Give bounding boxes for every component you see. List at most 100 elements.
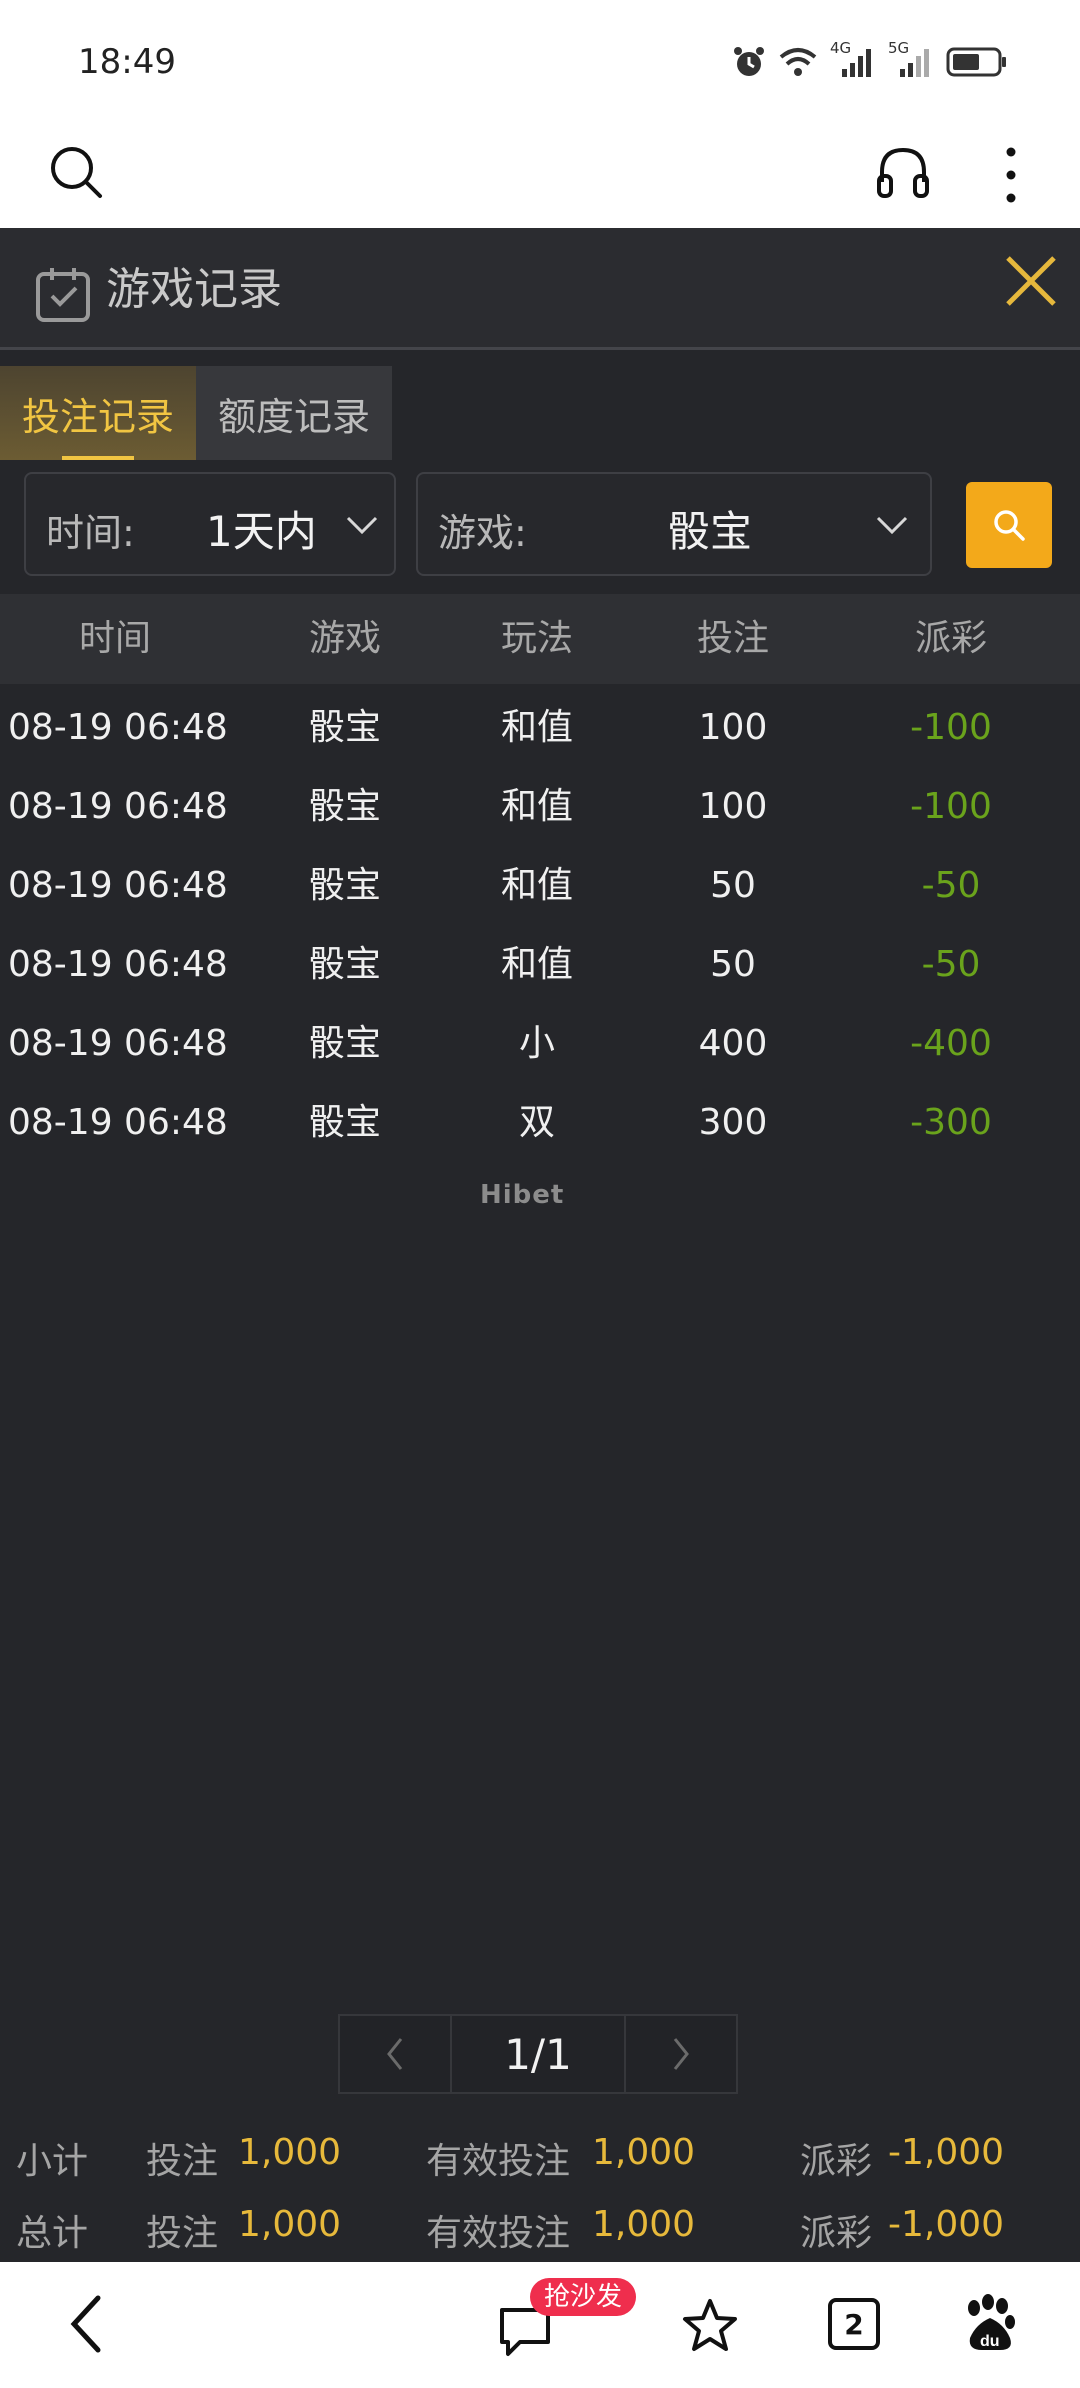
total-row: 总计 投注 1,000 有效投注 1,000 派彩 -1,000 (0, 2190, 1080, 2262)
cell-play: 和值 (500, 865, 573, 906)
search-button[interactable] (966, 482, 1052, 568)
table-row[interactable]: 08-19 06:48 骰宝 和值 100 -100 (0, 688, 1080, 767)
tab-credit-records[interactable]: 额度记录 (196, 366, 392, 460)
total-payout-value: -1,000 (888, 2204, 1005, 2245)
time-range-select[interactable]: 时间: 1天内 (24, 472, 396, 576)
subtotal-bet-value: 1,000 (238, 2132, 342, 2173)
alarm-icon (734, 47, 764, 76)
total-valid-value: 1,000 (592, 2204, 696, 2245)
column-header-game: 游戏 (308, 618, 381, 659)
cell-payout: -100 (910, 786, 992, 827)
cell-play: 小 (518, 1023, 555, 1064)
baidu-icon[interactable]: du (962, 2294, 1018, 2354)
cell-bet: 100 (698, 786, 768, 827)
cell-game: 骰宝 (308, 786, 381, 827)
more-vertical-icon[interactable] (996, 144, 1026, 206)
watermark-logo: Hibet (480, 1180, 565, 1210)
total-label: 总计 (16, 2213, 89, 2254)
cell-bet: 100 (698, 707, 768, 748)
chevron-down-icon (876, 516, 908, 535)
subtotal-payout-label: 派彩 (800, 2141, 873, 2182)
table-row[interactable]: 08-19 06:48 骰宝 和值 50 -50 (0, 846, 1080, 925)
panel-header: 游戏记录 (0, 228, 1080, 350)
total-bet-label: 投注 (146, 2213, 219, 2254)
subtotal-label: 小计 (16, 2141, 89, 2182)
wifi-icon (779, 48, 817, 76)
total-payout-label: 派彩 (800, 2213, 873, 2254)
cell-payout: -100 (910, 707, 992, 748)
table-row[interactable]: 08-19 06:48 骰宝 小 400 -400 (0, 1004, 1080, 1083)
table-row[interactable]: 08-19 06:48 骰宝 双 300 -300 (0, 1083, 1080, 1162)
prev-page-button[interactable] (338, 2014, 452, 2094)
column-header-payout: 派彩 (914, 618, 987, 659)
game-records-panel: 游戏记录 投注记录 额度记录 时间: 1天内 游戏: 骰宝 时间 游戏 玩法 投… (0, 228, 1080, 2262)
filter-bar: 时间: 1天内 游戏: 骰宝 (0, 472, 1080, 580)
bet-records-table: 08-19 06:48 骰宝 和值 100 -100 08-19 06:48 骰… (0, 688, 1080, 1162)
cell-game: 骰宝 (308, 865, 381, 906)
table-row[interactable]: 08-19 06:48 骰宝 和值 100 -100 (0, 767, 1080, 846)
calendar-check-icon (36, 268, 90, 322)
cell-game: 骰宝 (308, 1023, 381, 1064)
table-row[interactable]: 08-19 06:48 骰宝 和值 50 -50 (0, 925, 1080, 1004)
signal-4g-icon: 4G (830, 39, 876, 79)
cell-bet: 50 (710, 865, 756, 906)
chevron-down-icon (346, 516, 378, 535)
search-icon (994, 510, 1025, 541)
cell-game: 骰宝 (308, 944, 381, 985)
svg-text:du: du (980, 2333, 1000, 2350)
total-valid-label: 有效投注 (426, 2213, 571, 2254)
cell-play: 和值 (500, 786, 573, 827)
panel-title: 游戏记录 (106, 264, 282, 315)
chevron-right-icon (673, 2038, 689, 2070)
time-filter-value: 1天内 (206, 507, 317, 556)
column-header-bet: 投注 (696, 618, 769, 659)
time-filter-label: 时间: (46, 511, 135, 555)
cell-payout: -400 (910, 1023, 992, 1064)
page-indicator: 1/1 (452, 2014, 624, 2094)
comment-badge: 抢沙发 (530, 2278, 637, 2316)
subtotal-bet-label: 投注 (146, 2141, 219, 2182)
game-filter-label: 游戏: (438, 511, 527, 555)
game-select[interactable]: 游戏: 骰宝 (416, 472, 932, 576)
subtotal-valid-value: 1,000 (592, 2132, 696, 2173)
column-header-time: 时间 (78, 618, 151, 659)
browser-toolbar (0, 126, 1080, 228)
battery-icon (946, 47, 1006, 77)
status-icons: 4G 5G (732, 39, 1008, 84)
cell-play: 和值 (500, 707, 573, 748)
table-header: 时间 游戏 玩法 投注 派彩 (0, 594, 1080, 684)
tab-count: 2 (844, 2307, 864, 2341)
signal-5g-icon: 5G (888, 39, 934, 79)
subtotal-payout-value: -1,000 (888, 2132, 1005, 2173)
cell-game: 骰宝 (308, 707, 381, 748)
record-tabs: 投注记录 额度记录 (0, 366, 392, 460)
game-filter-value: 骰宝 (668, 507, 753, 556)
total-bet-value: 1,000 (238, 2204, 342, 2245)
column-header-play: 玩法 (500, 618, 573, 659)
headset-icon[interactable] (874, 144, 932, 202)
cell-bet: 50 (710, 944, 756, 985)
cell-time: 08-19 06:48 (8, 707, 228, 748)
cell-play: 双 (518, 1102, 555, 1143)
status-bar: 18:49 4G 5G (0, 0, 1080, 126)
close-icon[interactable] (998, 248, 1064, 314)
subtotal-valid-label: 有效投注 (426, 2141, 571, 2182)
tabs-icon[interactable]: 2 (828, 2298, 880, 2350)
cell-time: 08-19 06:48 (8, 944, 228, 985)
cell-time: 08-19 06:48 (8, 865, 228, 906)
cell-game: 骰宝 (308, 1102, 381, 1143)
star-icon[interactable] (680, 2296, 740, 2356)
cell-bet: 300 (698, 1102, 768, 1143)
cell-payout: -300 (910, 1102, 992, 1143)
cell-payout: -50 (921, 944, 981, 985)
back-icon[interactable] (66, 2292, 106, 2356)
pagination: 1/1 (338, 2014, 738, 2094)
subtotal-row: 小计 投注 1,000 有效投注 1,000 派彩 -1,000 (0, 2118, 1080, 2190)
search-icon[interactable] (48, 144, 104, 200)
tab-bet-records[interactable]: 投注记录 (0, 366, 196, 460)
cell-time: 08-19 06:48 (8, 1023, 228, 1064)
cell-time: 08-19 06:48 (8, 1102, 228, 1143)
cell-play: 和值 (500, 944, 573, 985)
next-page-button[interactable] (624, 2014, 738, 2094)
cell-time: 08-19 06:48 (8, 786, 228, 827)
